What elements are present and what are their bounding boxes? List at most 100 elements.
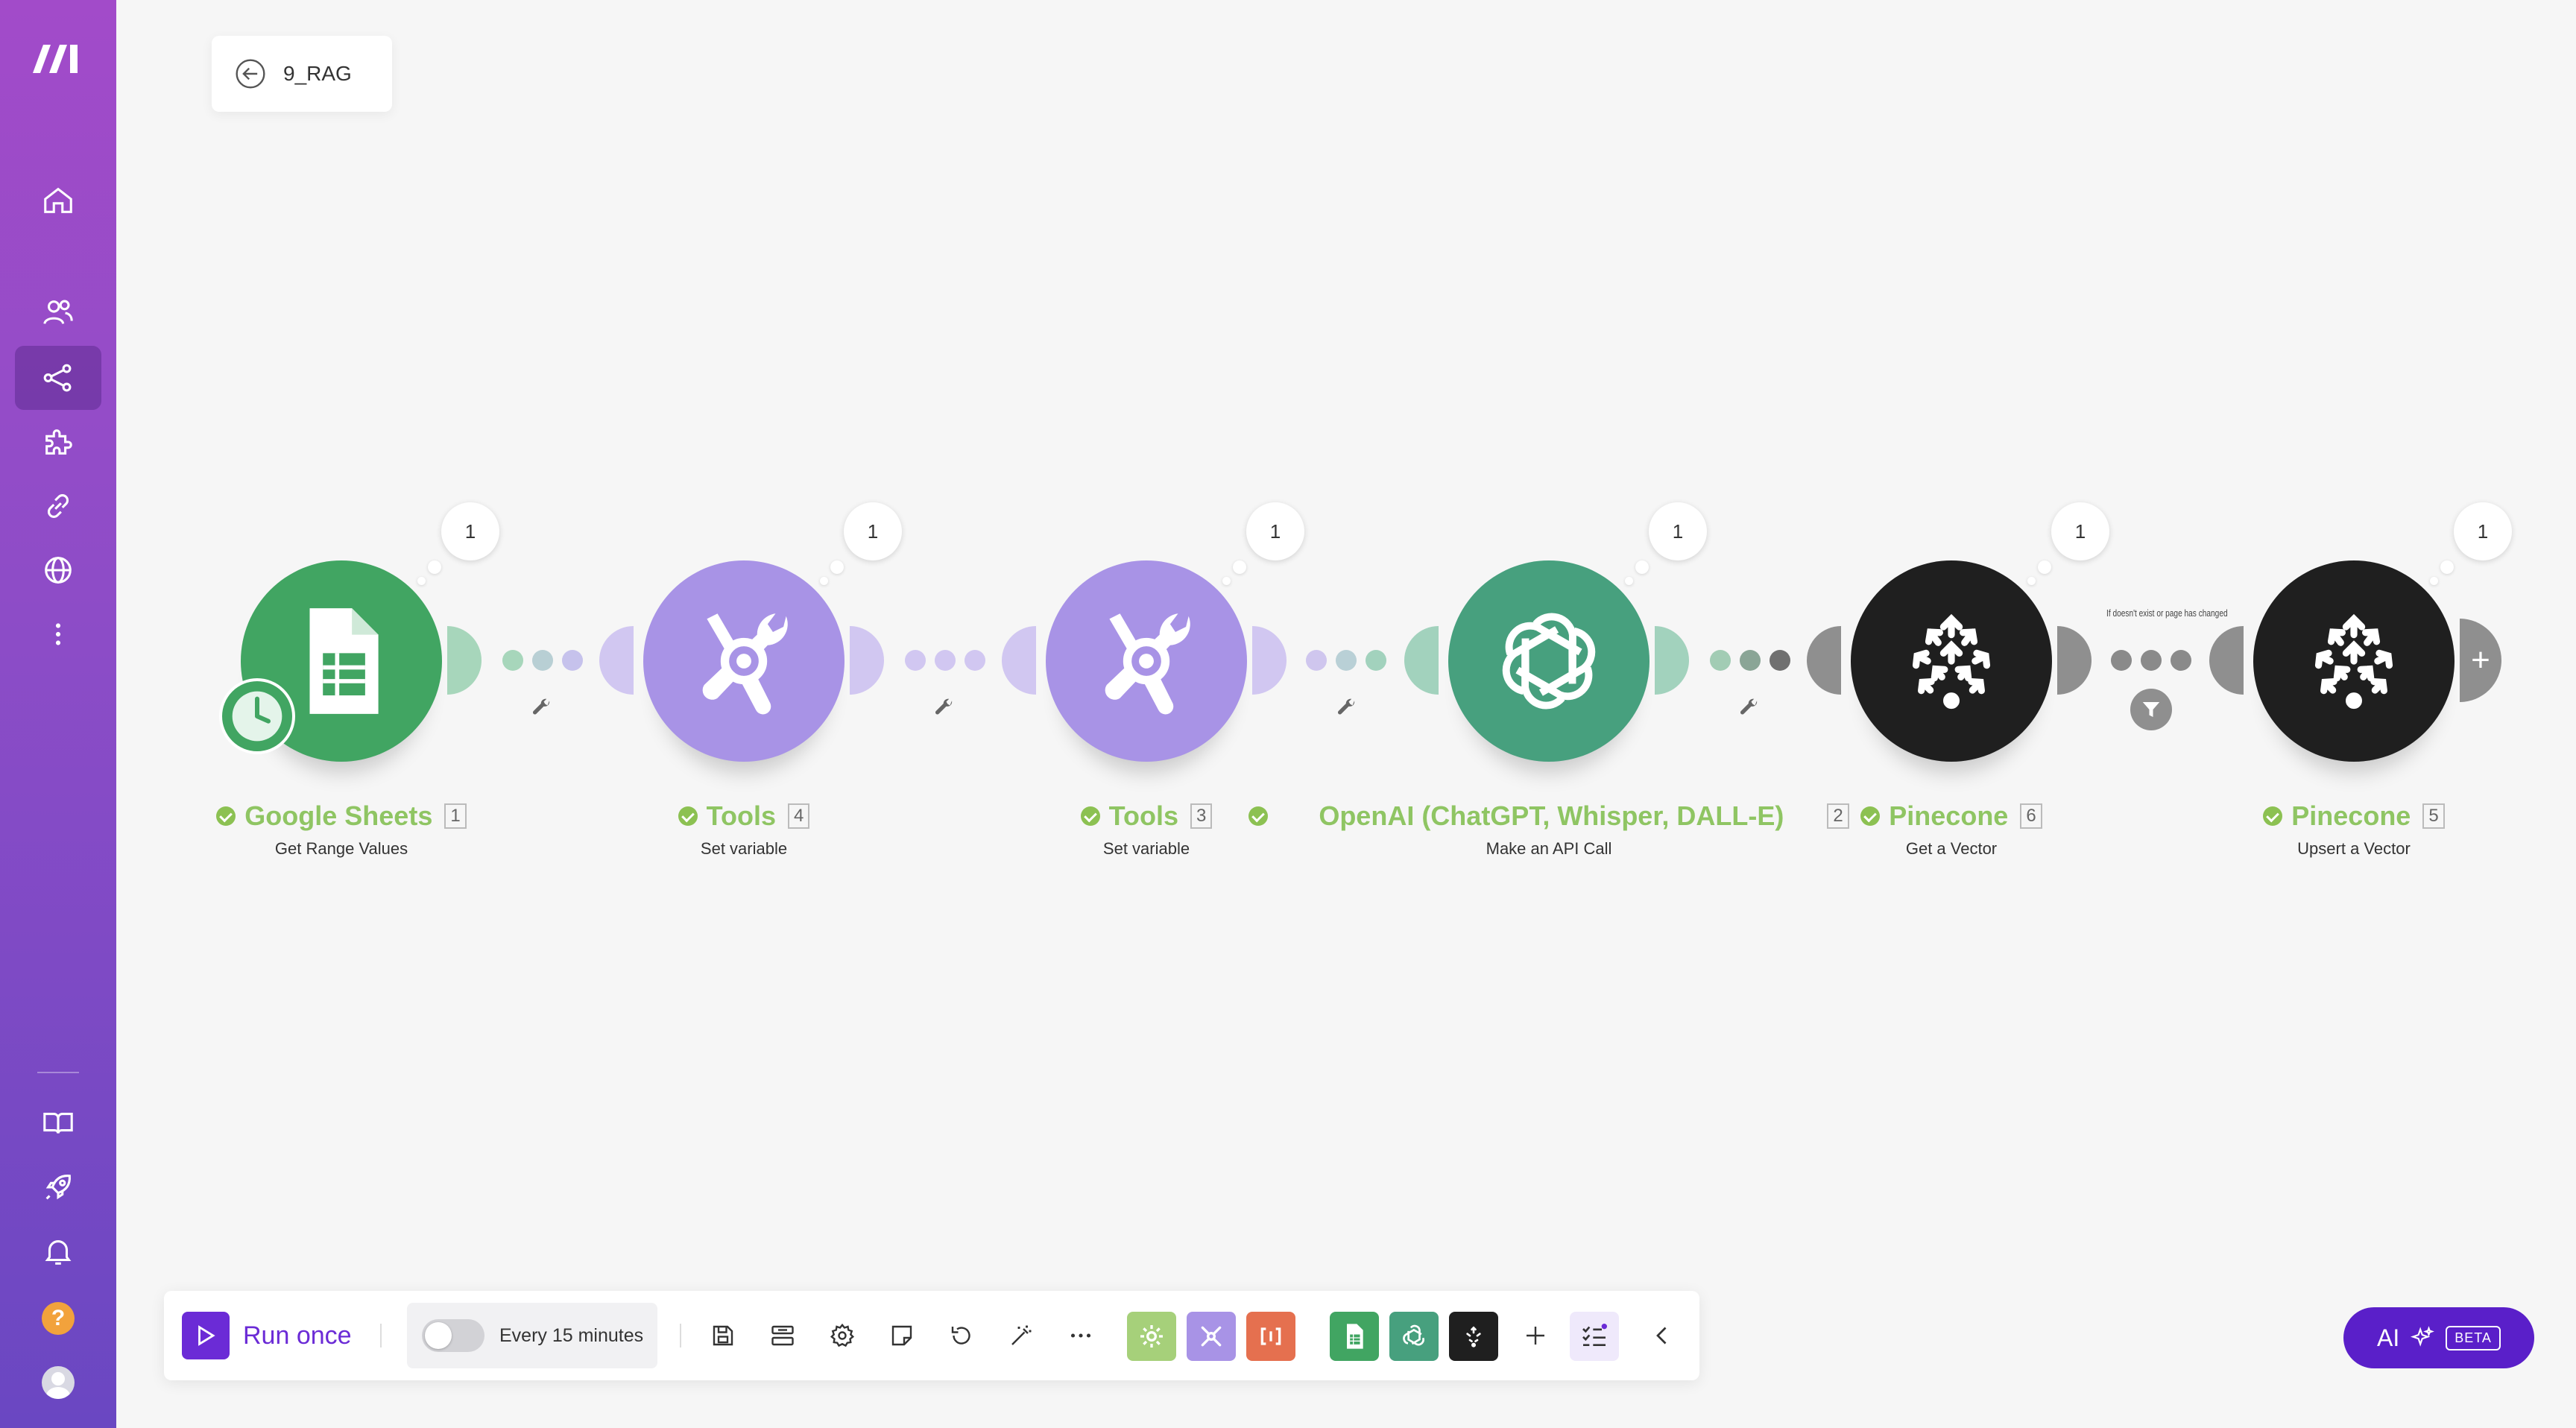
module-id: 5: [2422, 803, 2445, 829]
module-action: Upsert a Vector: [2297, 839, 2411, 858]
wrench-icon[interactable]: [1336, 696, 1358, 718]
connector-dot: [1770, 650, 1790, 671]
success-icon: [216, 806, 236, 826]
module-title[interactable]: Pinecone: [2291, 800, 2411, 832]
connector-dot: [965, 650, 985, 671]
connector-dot: [1710, 650, 1731, 671]
wrench-icon[interactable]: [1738, 696, 1761, 718]
app-google-sheets[interactable]: [1330, 1312, 1379, 1361]
note-icon: [891, 1325, 912, 1346]
connector-dot: [935, 650, 956, 671]
schedule-toggle[interactable]: [422, 1319, 484, 1352]
add-module-button[interactable]: +: [2460, 639, 2501, 681]
sparkles-icon: [2411, 1326, 2435, 1347]
scenario-toolbar: Run once Every 15 minutes: [164, 1291, 1699, 1380]
operations-bubble[interactable]: 1: [844, 502, 902, 560]
module-icon-button[interactable]: [2253, 560, 2455, 762]
more-options-button[interactable]: [1063, 1318, 1099, 1353]
run-once-button[interactable]: Run once: [182, 1312, 352, 1359]
module-id: 3: [1190, 803, 1213, 829]
run-once-label: Run once: [243, 1321, 352, 1350]
module-icon-button[interactable]: [643, 560, 845, 762]
more-horizontal-icon: [1070, 1333, 1091, 1338]
toolbar-divider: [680, 1324, 681, 1348]
collapse-toolbar-button[interactable]: [1644, 1318, 1680, 1353]
module-action: Make an API Call: [1486, 839, 1612, 858]
ai-assistant-button[interactable]: AI BETA: [2343, 1307, 2534, 1368]
tools-icon: [702, 613, 788, 715]
app-openai[interactable]: [1389, 1312, 1439, 1361]
output-port: [850, 626, 884, 695]
input-port: [1807, 626, 1841, 695]
tool-tools[interactable]: [1187, 1312, 1236, 1361]
tool-flow-control[interactable]: [1127, 1312, 1176, 1361]
auto-align-button[interactable]: [765, 1318, 801, 1353]
save-icon: [713, 1325, 733, 1346]
connector-dot: [2171, 650, 2191, 671]
module-icon-button[interactable]: [1851, 560, 2052, 762]
connector-dot: [532, 650, 553, 671]
toolbar-divider: [380, 1324, 382, 1348]
operations-bubble[interactable]: 1: [1649, 502, 1707, 560]
module-title[interactable]: OpenAI (ChatGPT, Whisper, DALL-E): [1319, 800, 1784, 832]
google-sheets-icon: [1347, 1324, 1363, 1349]
magic-wand-icon: [1011, 1325, 1032, 1345]
history-button[interactable]: [944, 1318, 979, 1353]
operations-bubble[interactable]: 1: [441, 502, 499, 560]
magic-wand-button[interactable]: [1003, 1318, 1039, 1353]
module-label: Pinecone 5 Upsert a Vector: [2153, 800, 2555, 859]
module-label: Tools 3 Set variable: [945, 800, 1348, 859]
module-title[interactable]: Tools: [707, 800, 776, 832]
tool-text-parser[interactable]: [1246, 1312, 1295, 1361]
auto-align-icon: [771, 1325, 794, 1346]
gear-icon: [830, 1323, 855, 1348]
pinecone-icon: [1466, 1326, 1481, 1348]
module-icon-button[interactable]: [1448, 560, 1650, 762]
clock-icon: [232, 691, 282, 742]
chevron-left-icon: [1656, 1327, 1667, 1345]
add-app-button[interactable]: [1518, 1318, 1553, 1353]
scenario-canvas: If doesn't exist or page has changed + 1: [0, 0, 2576, 1428]
beta-badge: BETA: [2446, 1325, 2501, 1350]
openai-icon: [1403, 1324, 1424, 1346]
module-title[interactable]: Pinecone: [1889, 800, 2008, 832]
plus-icon: [1527, 1327, 1544, 1345]
module-id: 6: [2020, 803, 2042, 829]
input-port: [599, 626, 634, 695]
wrench-icon[interactable]: [933, 696, 956, 718]
connector-dot: [2111, 650, 2132, 671]
output-port: [447, 626, 482, 695]
schedule-control: Every 15 minutes: [407, 1303, 657, 1368]
save-button[interactable]: [705, 1318, 741, 1353]
module-title[interactable]: Tools: [1109, 800, 1178, 832]
gear-icon: [1140, 1325, 1163, 1348]
module-label: Pinecone 6 Get a Vector: [1750, 800, 2153, 859]
operations-bubble[interactable]: 1: [2051, 502, 2109, 560]
module-title[interactable]: Google Sheets: [244, 800, 432, 832]
operations-bubble[interactable]: 1: [1246, 502, 1304, 560]
filter-label[interactable]: If doesn't exist or page has changed: [2106, 607, 2228, 619]
app-pinecone[interactable]: [1449, 1312, 1498, 1361]
connector-dot: [562, 650, 583, 671]
input-port: [2209, 626, 2244, 695]
output-port: [2057, 626, 2092, 695]
schedule-trigger-badge[interactable]: [219, 678, 295, 754]
module-id: 1: [444, 803, 467, 829]
connector-dot: [905, 650, 926, 671]
checklist-icon: [1582, 1324, 1607, 1346]
schedule-label[interactable]: Every 15 minutes: [499, 1325, 643, 1347]
play-icon: [182, 1312, 230, 1359]
filter-button[interactable]: [2130, 689, 2172, 730]
tools-icon: [1201, 1326, 1222, 1347]
pinecone-icon: [2314, 613, 2393, 710]
wrench-icon[interactable]: [531, 696, 553, 718]
checklist-button[interactable]: [1570, 1312, 1619, 1361]
operations-bubble[interactable]: 1: [2454, 502, 2512, 560]
connector-dot: [1366, 650, 1386, 671]
funnel-icon: [2142, 702, 2160, 717]
notes-button[interactable]: [884, 1318, 920, 1353]
module-icon-button[interactable]: [1046, 560, 1247, 762]
settings-button[interactable]: [824, 1318, 860, 1353]
module-action: Get a Vector: [1905, 839, 1998, 858]
module-action: Set variable: [1102, 839, 1190, 858]
